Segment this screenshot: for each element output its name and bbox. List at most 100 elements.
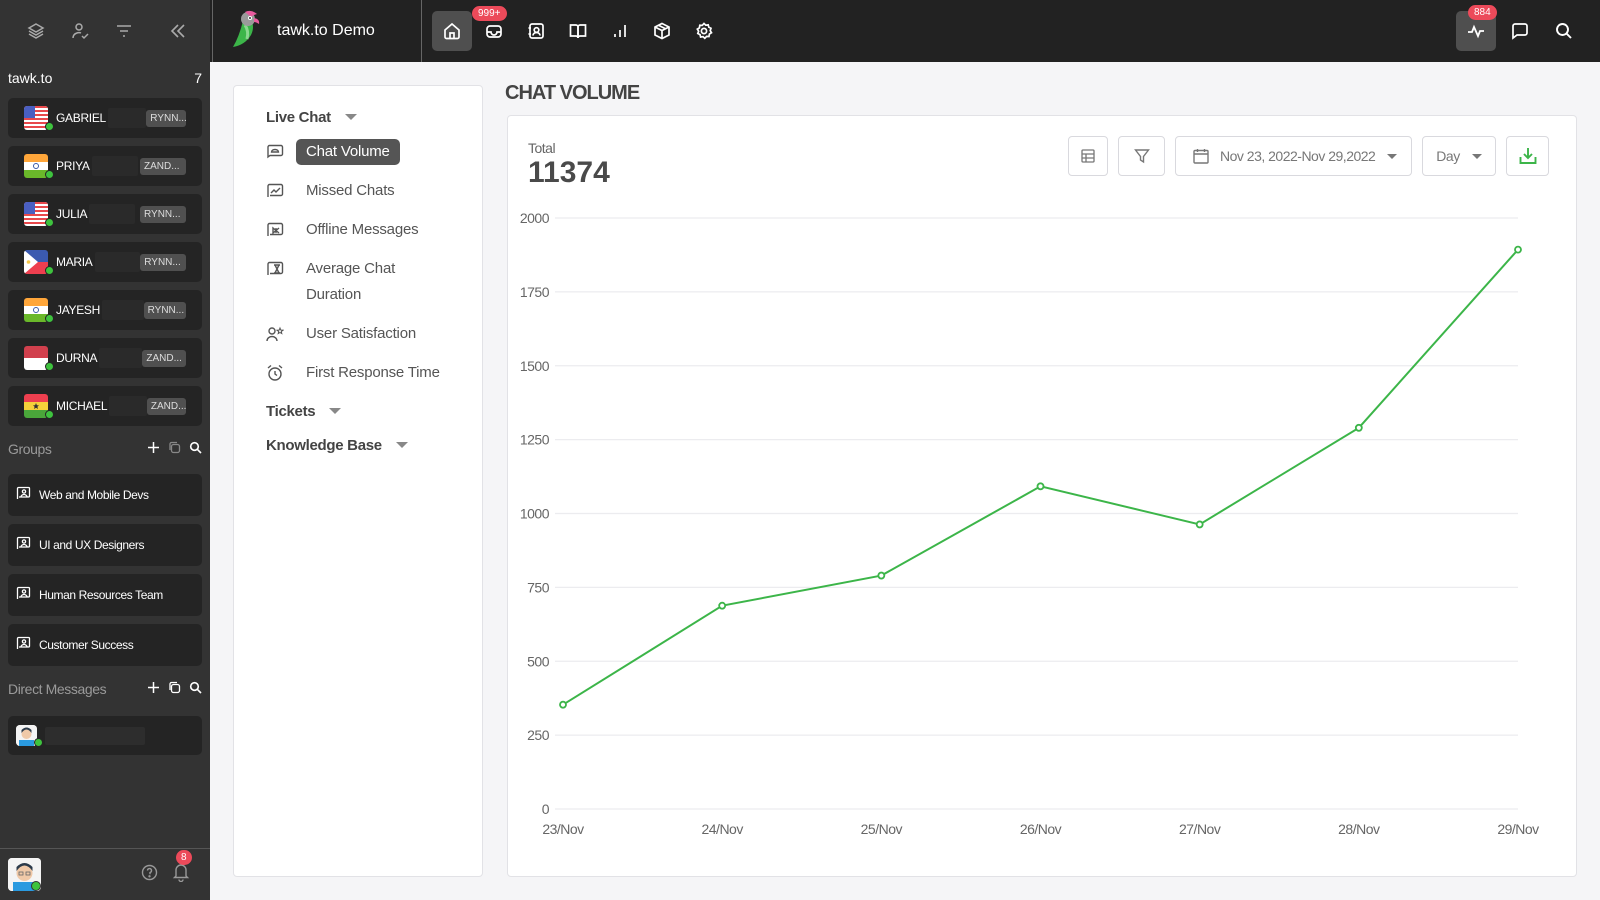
online-status-dot (45, 410, 54, 419)
online-status-dot (45, 170, 54, 179)
report-label: Average Chat Duration (306, 260, 396, 303)
report-user-satisfaction[interactable]: User Satisfaction (266, 316, 482, 355)
chevron-down-icon (344, 114, 357, 120)
organization-agent-count: 7 (194, 70, 202, 86)
group-list: Web and Mobile Devs UI and UX Designers Hu… (0, 474, 210, 666)
category-tickets[interactable]: Tickets (266, 394, 482, 428)
nav-home[interactable] (432, 11, 472, 51)
nav-addons[interactable] (642, 11, 682, 51)
report-offline-messages[interactable]: Offline Messages (266, 212, 482, 251)
collapse-sidebar-icon[interactable] (160, 11, 196, 51)
agent-item[interactable]: DURNA ZAND... (8, 338, 202, 378)
group-chat-icon (16, 486, 31, 504)
organization-name: tawk.to (8, 70, 53, 86)
group-item[interactable]: Human Resources Team (8, 574, 202, 616)
activity-monitor-button[interactable]: 884 (1456, 5, 1497, 51)
agent-item[interactable]: PRIYA ZAND... (8, 146, 202, 186)
copy-icon[interactable] (168, 441, 181, 457)
x-tick-label: 23/Nov (542, 821, 584, 837)
report-average-chat-duration[interactable]: Average Chat Duration (266, 251, 482, 316)
group-chat-icon (16, 636, 31, 654)
agent-name: GABRIEL (56, 111, 106, 125)
search-direct-messages-icon[interactable] (189, 681, 202, 697)
report-missed-chats[interactable]: Missed Chats (266, 173, 482, 212)
nav-settings[interactable] (684, 11, 724, 51)
category-label: Tickets (266, 402, 316, 420)
x-tick-label: 27/Nov (1179, 821, 1221, 837)
chevron-down-icon (329, 408, 342, 414)
hourglass-chat-icon (266, 259, 306, 279)
group-chat-icon (16, 536, 31, 554)
offline-messages-icon (266, 220, 306, 240)
data-point[interactable] (718, 601, 727, 610)
data-point[interactable] (1514, 245, 1522, 254)
chat-volume-line-chart: 0 250 500 750 1000 1250 1500 1750 2000 23/Nov 24/N… (520, 210, 1540, 837)
agent-department-tag: RYNN... (146, 109, 186, 127)
add-direct-message-icon[interactable] (147, 681, 160, 697)
group-name: UI and UX Designers (39, 538, 145, 552)
direct-message-item[interactable] (8, 716, 202, 755)
page-title: CHAT VOLUME (505, 82, 640, 104)
user-check-icon[interactable] (58, 11, 102, 51)
report-label: Chat Volume (296, 139, 400, 165)
category-live-chat[interactable]: Live Chat (266, 100, 482, 134)
help-icon[interactable] (141, 864, 158, 886)
data-point[interactable] (1195, 520, 1204, 529)
online-status-dot (45, 266, 54, 275)
group-item[interactable]: Customer Success (8, 624, 202, 666)
agent-name: MARIA (56, 255, 93, 269)
group-name: Human Resources Team (39, 588, 163, 602)
alarm-clock-icon (266, 363, 306, 383)
layers-icon[interactable] (14, 11, 58, 51)
report-chat-volume[interactable]: Chat Volume (266, 134, 482, 173)
agent-item[interactable]: GABRIEL RYNN... (8, 98, 202, 138)
search-icon (1556, 23, 1572, 39)
data-point[interactable] (1036, 482, 1045, 491)
online-status-dot (45, 362, 54, 371)
nav-reports[interactable] (600, 11, 640, 51)
group-name: Web and Mobile Devs (39, 488, 149, 502)
category-label: Live Chat (266, 108, 331, 126)
filter-lines-icon[interactable] (102, 11, 146, 51)
blurred-surname (99, 348, 143, 368)
online-status-dot (31, 881, 41, 891)
data-point[interactable] (559, 700, 567, 709)
group-item[interactable]: Web and Mobile Devs (8, 474, 202, 516)
group-item[interactable]: UI and UX Designers (8, 524, 202, 566)
agent-item[interactable]: JULIA RYNN... (8, 194, 202, 234)
agent-name: MICHAEL (56, 399, 108, 413)
agent-item[interactable]: MICHAEL ZAND... (8, 386, 202, 426)
global-search-button[interactable] (1544, 11, 1584, 51)
online-status-dot (34, 738, 43, 747)
agent-department-tag: ZAND... (140, 157, 186, 175)
y-tick-label: 1250 (520, 432, 550, 448)
online-status-dot (45, 314, 54, 323)
x-tick-label: 25/Nov (861, 821, 903, 837)
nav-contacts[interactable] (516, 11, 556, 51)
group-chat-icon (16, 586, 31, 604)
nav-inbox[interactable]: 999+ (472, 6, 514, 51)
agent-list: GABRIEL RYNN... PRIYA ZAND... JULIA RYNN... MA… (0, 98, 210, 426)
search-groups-icon[interactable] (189, 441, 202, 457)
contacts-icon (528, 23, 544, 39)
category-knowledge-base[interactable]: Knowledge Base (266, 428, 482, 462)
gear-icon (696, 22, 713, 40)
organization-header: tawk.to 7 (0, 62, 210, 94)
add-group-icon[interactable] (147, 441, 160, 457)
blurred-surname (94, 252, 141, 272)
copy-icon[interactable] (168, 681, 181, 697)
data-point[interactable] (877, 571, 886, 580)
missed-chats-icon (266, 181, 306, 201)
agent-department-tag: ZAND... (142, 349, 186, 367)
notifications-bell-icon[interactable]: 8 (172, 850, 192, 887)
nav-knowledge-base[interactable] (558, 11, 598, 51)
report-first-response-time[interactable]: First Response Time (266, 355, 482, 394)
agent-item[interactable]: MARIA RYNN... (8, 242, 202, 282)
group-name: Customer Success (39, 638, 134, 652)
property-switcher[interactable]: tawk.to Demo (212, 0, 422, 62)
activity-pulse-icon (1468, 24, 1484, 39)
activity-badge: 884 (1468, 5, 1497, 20)
chat-button[interactable] (1500, 11, 1540, 51)
data-point[interactable] (1354, 423, 1363, 432)
agent-item[interactable]: JAYESH RYNN... (8, 290, 202, 330)
